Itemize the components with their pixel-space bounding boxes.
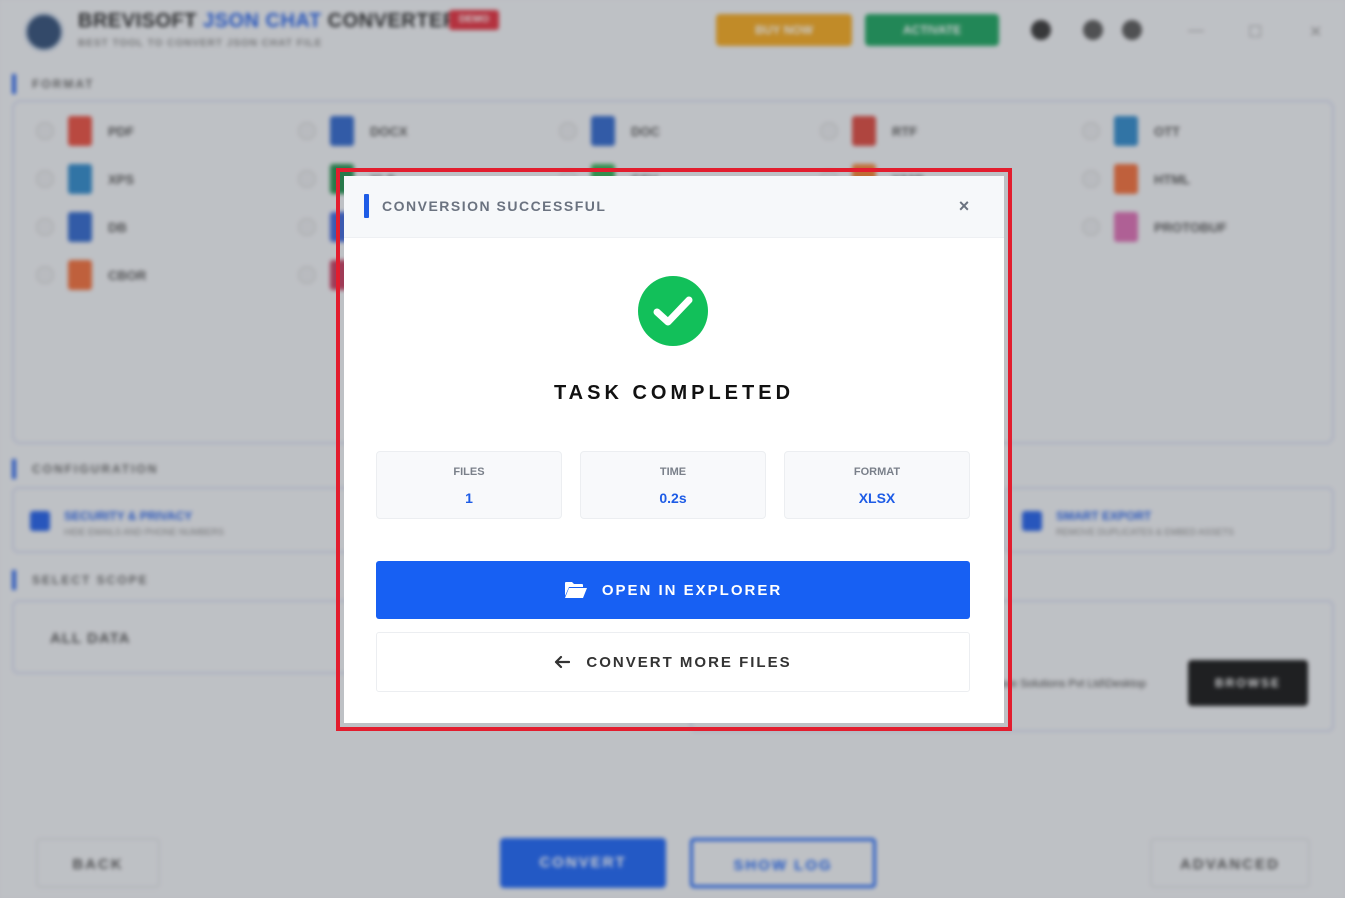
checkmark-icon [653, 296, 693, 326]
conversion-success-dialog: CONVERSION SUCCESSFUL × TASK COMPLETED F… [344, 176, 1004, 723]
stat-files-value: 1 [465, 490, 473, 506]
stat-files: FILES 1 [376, 451, 562, 519]
stat-time-label: TIME [659, 466, 687, 478]
dialog-header: CONVERSION SUCCESSFUL × [344, 176, 1004, 238]
convert-more-files-content: CONVERT MORE FILES [377, 633, 969, 691]
stat-files-label: FILES [453, 466, 485, 478]
header-accent-bar [364, 194, 369, 218]
check-circle-icon [638, 276, 708, 346]
folder-open-icon [564, 582, 587, 598]
close-button[interactable]: × [950, 192, 978, 220]
open-in-explorer-label: OPEN IN EXPLORER [601, 581, 783, 599]
stat-format-value: XLSX [858, 490, 896, 506]
open-in-explorer-content: OPEN IN EXPLORER [376, 561, 970, 619]
stat-time: TIME 0.2s [580, 451, 766, 519]
arrow-left-icon [555, 655, 571, 669]
dialog-title: CONVERSION SUCCESSFUL [382, 198, 607, 214]
task-completed-heading: TASK COMPLETED [553, 382, 795, 404]
stat-format-label: FORMAT [853, 466, 901, 478]
convert-more-files-button[interactable]: CONVERT MORE FILES [376, 632, 970, 692]
stat-time-value: 0.2s [659, 490, 687, 506]
stat-format: FORMAT XLSX [784, 451, 970, 519]
convert-more-files-label: CONVERT MORE FILES [586, 653, 792, 671]
open-in-explorer-button[interactable]: OPEN IN EXPLORER [376, 561, 970, 619]
